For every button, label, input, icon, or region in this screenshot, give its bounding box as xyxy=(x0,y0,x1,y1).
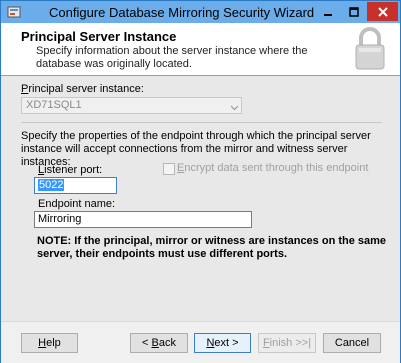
listener-port-label: Listener port: xyxy=(38,164,103,176)
close-icon xyxy=(377,6,388,17)
title-bar[interactable]: Configure Database Mirroring Security Wi… xyxy=(1,1,400,23)
minimize-icon xyxy=(323,13,332,16)
wizard-window: Configure Database Mirroring Security Wi… xyxy=(0,0,401,363)
page-title: Principal Server Instance xyxy=(21,29,177,44)
encrypt-label: Encrypt data sent through this endpoint xyxy=(177,162,369,174)
help-button[interactable]: Help xyxy=(21,333,78,353)
close-button[interactable] xyxy=(367,2,398,21)
endpoint-name-input[interactable]: Mirroring xyxy=(34,211,252,228)
note-text: NOTE: If the principal, mirror or witnes… xyxy=(37,235,387,260)
window-title: Configure Database Mirroring Security Wi… xyxy=(49,5,315,20)
back-button[interactable]: < Back xyxy=(130,333,188,353)
minimize-button[interactable] xyxy=(314,2,341,21)
finish-button[interactable]: Finish >>| xyxy=(258,333,316,353)
endpoint-name-label: Endpoint name: xyxy=(38,198,116,210)
wizard-header: Principal Server Instance Specify inform… xyxy=(1,23,400,76)
maximize-button[interactable] xyxy=(341,2,367,21)
principal-instance-value: XD71SQL1 xyxy=(26,99,82,111)
cancel-button[interactable]: Cancel xyxy=(323,333,381,353)
listener-port-input[interactable]: 5022 xyxy=(34,177,117,194)
next-button[interactable]: Next > xyxy=(194,333,251,353)
wizard-app-icon xyxy=(7,5,21,19)
divider xyxy=(21,122,382,123)
encrypt-checkbox[interactable] xyxy=(163,163,175,175)
wizard-body: Principal server instance: XD71SQL1 Spec… xyxy=(1,76,400,321)
padlock-icon xyxy=(353,26,387,75)
wizard-footer: Help < Back Next > Finish >>| Cancel xyxy=(1,321,400,363)
endpoint-name-value: Mirroring xyxy=(38,213,82,225)
listener-port-value: 5022 xyxy=(38,179,65,191)
principal-instance-combo[interactable]: XD71SQL1 xyxy=(21,97,242,114)
page-description: Specify information about the server ins… xyxy=(36,45,308,70)
chevron-down-icon[interactable] xyxy=(230,102,239,111)
maximize-icon xyxy=(349,6,359,17)
principal-instance-label: Principal server instance: xyxy=(21,83,144,95)
